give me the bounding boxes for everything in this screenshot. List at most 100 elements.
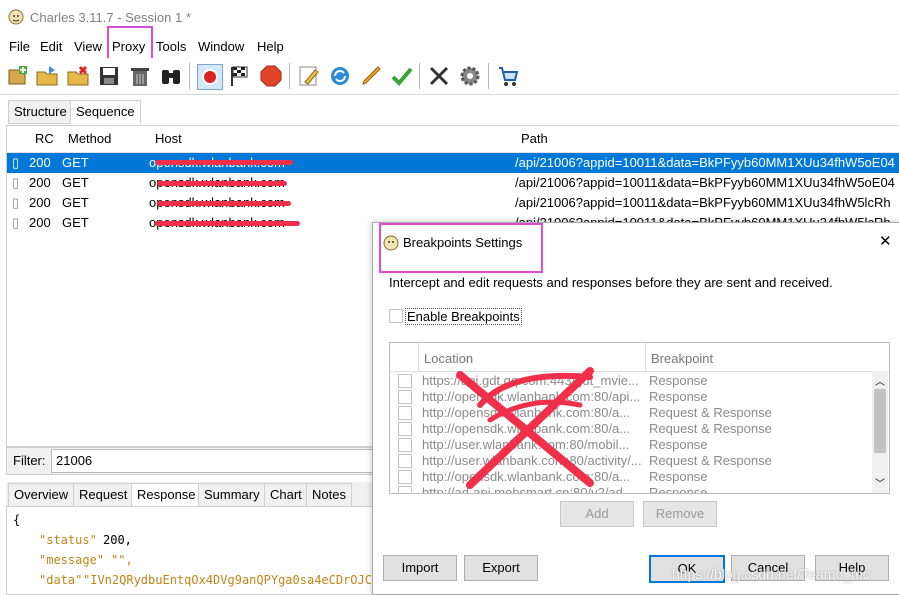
- tab-overview[interactable]: Overview: [8, 483, 75, 507]
- row-checkbox[interactable]: [398, 454, 412, 468]
- repeat-icon[interactable]: [328, 64, 352, 88]
- json-value: "IVn2QRydbuEntqOx4DVg9anQPYga0sa4eCDrOJC: [83, 573, 372, 587]
- column-header-breakpoint[interactable]: Breakpoint: [651, 351, 713, 366]
- menu-file[interactable]: File: [9, 39, 30, 54]
- throttle-flag-icon[interactable]: [228, 64, 252, 88]
- trash-icon[interactable]: [128, 64, 152, 88]
- json-value: 200,: [103, 533, 132, 547]
- scrollbar-thumb[interactable]: [874, 389, 886, 453]
- enable-breakpoints-label[interactable]: Enable Breakpoints: [405, 308, 522, 325]
- stop-breakpoints-icon[interactable]: [259, 64, 283, 88]
- tools-icon[interactable]: [427, 64, 451, 88]
- row-breakpoint: Request & Response: [649, 453, 772, 468]
- scroll-up-icon[interactable]: ︿: [875, 373, 885, 388]
- menu-edit[interactable]: Edit: [40, 39, 62, 54]
- row-checkbox[interactable]: [398, 390, 412, 404]
- tab-structure[interactable]: Structure: [8, 100, 73, 124]
- remove-button[interactable]: Remove: [643, 501, 717, 527]
- red-x-annotation: [456, 367, 594, 489]
- tab-response[interactable]: Response: [131, 483, 202, 507]
- tab-summary[interactable]: Summary: [198, 483, 266, 507]
- tab-notes[interactable]: Notes: [306, 483, 352, 507]
- row-checkbox[interactable]: [398, 406, 412, 420]
- toolbar-separator: [289, 63, 290, 89]
- row-checkbox[interactable]: [398, 438, 412, 452]
- dialog-description: Intercept and edit requests and response…: [389, 275, 833, 290]
- cell-rc: 200: [29, 155, 51, 170]
- menu-tools[interactable]: Tools: [156, 39, 186, 54]
- row-breakpoint: Request & Response: [649, 405, 772, 420]
- compose-pencil-icon[interactable]: [359, 64, 383, 88]
- tab-sequence[interactable]: Sequence: [70, 100, 141, 124]
- filter-input-value: 21006: [56, 453, 93, 468]
- response-body[interactable]: { "status" 200, "message" "", "data" "IV…: [6, 506, 378, 595]
- request-document-icon: ▯: [12, 215, 20, 230]
- redaction-scribble: [155, 221, 300, 226]
- breakpoints-table: Location Breakpoint https://api.gdt.qq.c…: [389, 342, 890, 494]
- toolbar: [0, 58, 899, 95]
- row-checkbox[interactable]: [398, 470, 412, 484]
- row-checkbox[interactable]: [398, 374, 412, 388]
- toolbar-separator: [189, 63, 190, 89]
- validate-check-icon[interactable]: [390, 64, 414, 88]
- record-icon[interactable]: [197, 64, 223, 90]
- dialog-title-highlight: [379, 223, 543, 273]
- column-header-path[interactable]: Path: [515, 126, 899, 153]
- settings-gear-icon[interactable]: [458, 64, 482, 88]
- cell-method: GET: [62, 155, 89, 170]
- cell-method: GET: [62, 175, 89, 190]
- column-header-location[interactable]: Location: [424, 351, 473, 366]
- close-session-icon[interactable]: [66, 64, 90, 88]
- column-divider: [645, 343, 646, 371]
- cell-rc: 200: [29, 215, 51, 230]
- edit-pencil-icon[interactable]: [297, 64, 321, 88]
- json-key: "status": [39, 533, 97, 547]
- request-document-icon: ▯: [12, 155, 20, 170]
- export-button[interactable]: Export: [464, 555, 538, 581]
- json-open-brace: {: [13, 513, 21, 527]
- add-button[interactable]: Add: [560, 501, 634, 527]
- cell-rc: 200: [29, 195, 51, 210]
- json-value: "",: [111, 553, 133, 567]
- row-breakpoint: Response: [649, 389, 708, 404]
- vertical-scrollbar[interactable]: ︿ ﹀: [872, 371, 888, 493]
- row-breakpoint: Response: [649, 469, 708, 484]
- binoculars-icon[interactable]: [159, 64, 183, 88]
- window-title: Charles 3.11.7 - Session 1 *: [30, 10, 191, 25]
- menu-bar: File Edit View Proxy Tools Window Help: [0, 26, 899, 60]
- cell-path: /api/21006?appid=10011&data=BkPFyyb60MM1…: [515, 175, 895, 190]
- table-row[interactable]: ▯ 200 GET opensdk.wlanbank.com /api/2100…: [7, 193, 899, 213]
- save-icon[interactable]: [97, 64, 121, 88]
- cell-method: GET: [62, 215, 89, 230]
- import-button[interactable]: Import: [383, 555, 457, 581]
- filter-input[interactable]: 21006: [51, 449, 413, 473]
- redaction-scribble: [157, 181, 287, 186]
- json-key: "data": [39, 573, 83, 587]
- table-row[interactable]: ▯ 200 GET opensdk.wlanbank.com /api/2100…: [7, 173, 899, 193]
- json-key: "message": [39, 553, 105, 567]
- filter-label: Filter:: [13, 453, 46, 468]
- table-row[interactable]: ▯ 200 GET opensdk.wlanbank.com /api/2100…: [7, 153, 899, 173]
- cell-path: /api/21006?appid=10011&data=BkPFyyb60MM1…: [515, 155, 895, 170]
- charles-app-icon: [8, 9, 24, 25]
- tab-chart[interactable]: Chart: [264, 483, 308, 507]
- cart-icon[interactable]: [496, 64, 520, 88]
- column-header-host[interactable]: Host: [149, 126, 521, 153]
- row-breakpoint: Response: [649, 437, 708, 452]
- open-session-icon[interactable]: [35, 64, 59, 88]
- menu-help[interactable]: Help: [257, 39, 284, 54]
- new-session-icon[interactable]: [6, 64, 30, 88]
- toolbar-separator: [419, 63, 420, 89]
- menu-window[interactable]: Window: [198, 39, 244, 54]
- enable-breakpoints-checkbox[interactable]: [389, 309, 403, 323]
- row-breakpoint: Request & Response: [649, 421, 772, 436]
- toolbar-separator: [488, 63, 489, 89]
- scroll-down-icon[interactable]: ﹀: [875, 475, 885, 490]
- close-icon[interactable]: ✕: [879, 232, 892, 250]
- row-checkbox[interactable]: [398, 486, 412, 493]
- menu-view[interactable]: View: [74, 39, 102, 54]
- tab-request[interactable]: Request: [73, 483, 134, 507]
- row-checkbox[interactable]: [398, 422, 412, 436]
- column-header-method[interactable]: Method: [62, 126, 155, 153]
- cell-method: GET: [62, 195, 89, 210]
